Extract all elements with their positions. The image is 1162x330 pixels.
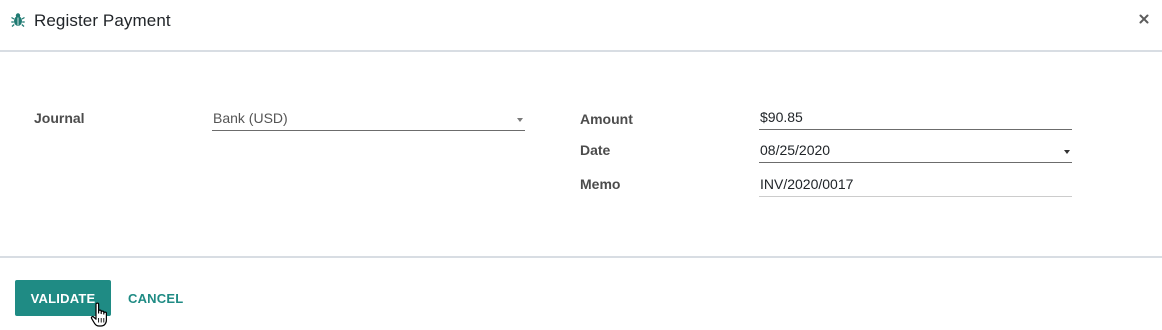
memo-value: INV/2020/0017 bbox=[760, 176, 854, 192]
journal-label: Journal bbox=[34, 110, 85, 126]
journal-value: Bank (USD) bbox=[213, 110, 288, 126]
close-icon[interactable] bbox=[1136, 11, 1152, 27]
memo-input[interactable]: INV/2020/0017 bbox=[759, 174, 1072, 197]
register-payment-dialog: Register Payment Journal Bank (USD) Amou… bbox=[0, 0, 1162, 330]
journal-select[interactable]: Bank (USD) bbox=[212, 108, 525, 131]
chevron-down-icon bbox=[517, 118, 523, 122]
hand-cursor-icon bbox=[90, 302, 107, 327]
dialog-title: Register Payment bbox=[34, 11, 171, 30]
bug-icon bbox=[11, 13, 25, 27]
dialog-footer: VALIDATE CANCEL bbox=[0, 256, 1162, 330]
chevron-down-icon bbox=[1064, 150, 1070, 154]
dialog-header: Register Payment bbox=[0, 0, 1162, 52]
cancel-button[interactable]: CANCEL bbox=[128, 280, 183, 316]
amount-value: $90.85 bbox=[760, 109, 803, 125]
date-label: Date bbox=[580, 142, 611, 158]
amount-input[interactable]: $90.85 bbox=[759, 107, 1072, 130]
memo-label: Memo bbox=[580, 176, 621, 192]
date-value: 08/25/2020 bbox=[760, 142, 831, 158]
amount-label: Amount bbox=[580, 111, 633, 127]
date-picker[interactable]: 08/25/2020 bbox=[759, 140, 1072, 163]
